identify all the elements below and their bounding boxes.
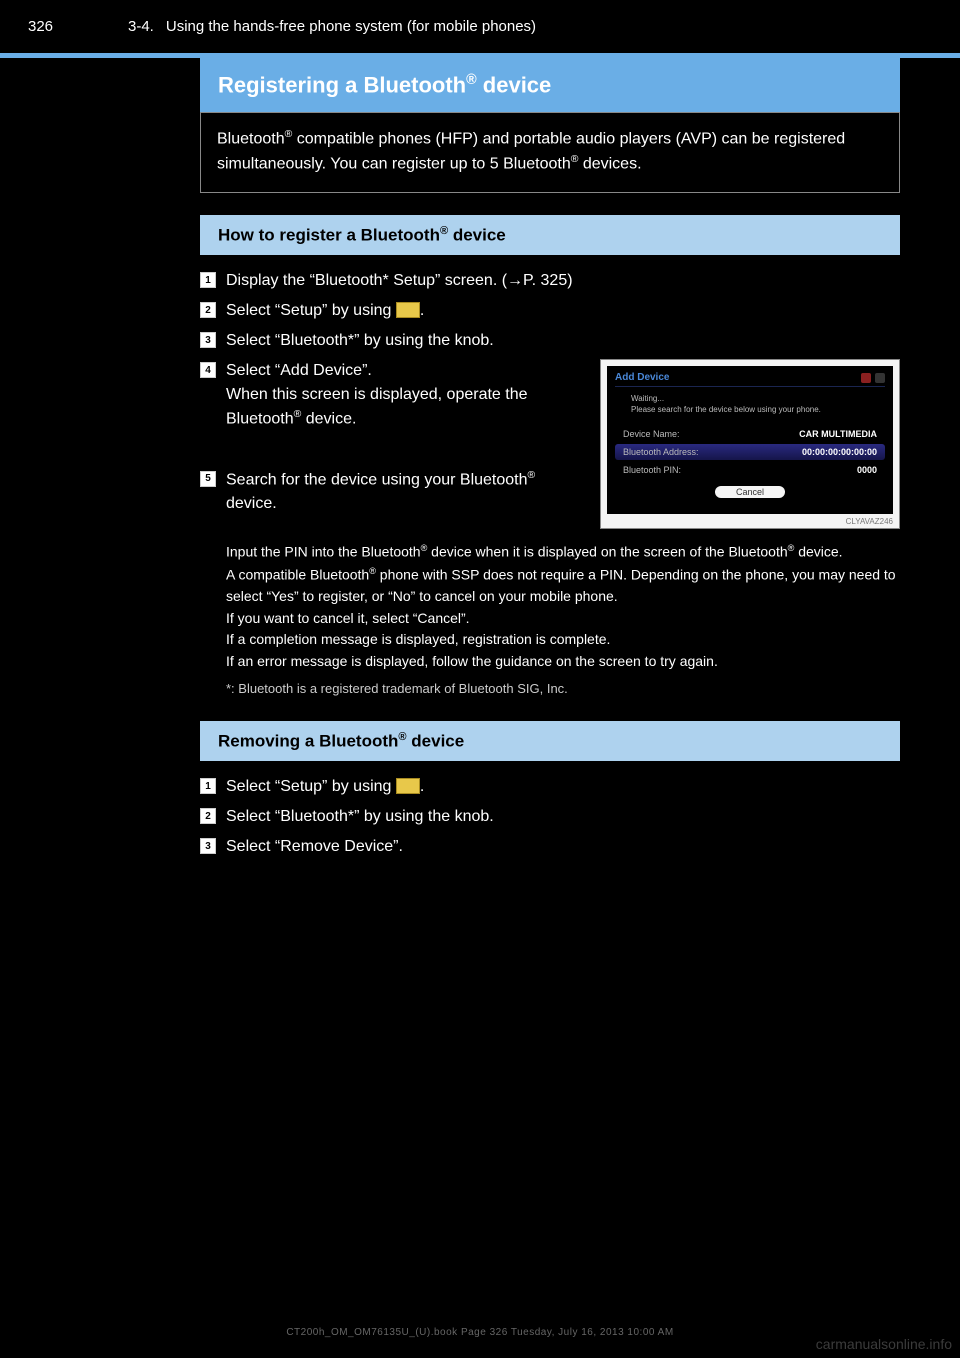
step-number-icon: 5 [200, 471, 216, 487]
footnote: *: Bluetooth is a registered trademark o… [226, 679, 900, 699]
step-row: 4 Select “Add Device”. When this screen … [200, 359, 582, 431]
step-row: 1 Select “Setup” by using . [200, 775, 900, 799]
title-suffix: device [477, 72, 552, 97]
step-row: 1 Display the “Bluetooth* Setup” screen.… [200, 269, 900, 293]
step-row: 3 Select “Bluetooth*” by using the knob. [200, 329, 900, 353]
screen-label: Bluetooth Address: [623, 447, 699, 457]
step-number-icon: 4 [200, 362, 216, 378]
screen-waiting: Waiting... [631, 394, 664, 403]
screen-row: Bluetooth Address: 00:00:00:00:00:00 [615, 444, 885, 460]
figure-code: CLYAVAZ246 [846, 517, 893, 526]
note-line: If you want to cancel it, select “Cancel… [226, 608, 900, 630]
step-text: Select “Bluetooth*” by using the knob. [226, 329, 900, 353]
step-text: Select “Setup” by using . [226, 775, 900, 799]
section-title: Using the hands-free phone system (for m… [166, 18, 536, 35]
step-number-icon: 2 [200, 808, 216, 824]
registered-mark-icon: ® [528, 470, 536, 481]
step-number-icon: 3 [200, 838, 216, 854]
step-text: Display the “Bluetooth* Setup” screen. (… [226, 269, 900, 293]
sub2-suffix: device [407, 731, 465, 750]
screen-prompt: Please search for the device below using… [631, 405, 821, 414]
menu-button-icon [396, 778, 420, 794]
screen-value: CAR MULTIMEDIA [799, 429, 877, 439]
step-number-icon: 2 [200, 302, 216, 318]
lock-icon [861, 373, 871, 383]
note-line: If a completion message is displayed, re… [226, 629, 900, 651]
screen-subtext: Waiting... Please search for the device … [631, 393, 885, 415]
step-row: 5 Search for the device using your Bluet… [200, 468, 582, 516]
note-line: A compatible Bluetooth® phone with SSP d… [226, 564, 900, 608]
section-code: 3-4. [128, 18, 154, 35]
intro-line2-post: devices. [578, 156, 641, 173]
screen-title-icons [861, 373, 885, 383]
step-number-icon: 1 [200, 778, 216, 794]
registered-mark-icon: ® [466, 72, 477, 88]
subheading-register: How to register a Bluetooth® device [200, 215, 900, 256]
sub1-prefix: How to register a Bluetooth [218, 225, 440, 244]
registered-mark-icon: ® [369, 566, 376, 576]
steps-remove: 1 Select “Setup” by using . 2 Select “Bl… [200, 775, 900, 859]
page-number: 326 [0, 18, 128, 35]
registered-mark-icon: ® [398, 731, 406, 743]
intro-line1-pre: Bluetooth [217, 131, 285, 148]
note-line: Input the PIN into the Bluetooth® device… [226, 541, 900, 563]
step-text: Select “Bluetooth*” by using the knob. [226, 805, 900, 829]
screen-value: 00:00:00:00:00:00 [802, 447, 877, 457]
title-prefix: Registering a Bluetooth [218, 72, 466, 97]
intro-box: Bluetooth® compatible phones (HFP) and p… [200, 112, 900, 192]
device-screenshot: Add Device Waiting... Please search for … [600, 359, 900, 529]
screen-inner: Add Device Waiting... Please search for … [607, 366, 893, 514]
subheading-remove: Removing a Bluetooth® device [200, 721, 900, 762]
step-text: Select “Add Device”. When this screen is… [226, 359, 582, 431]
step-row: 3 Select “Remove Device”. [200, 835, 900, 859]
screen-label: Bluetooth PIN: [623, 465, 681, 475]
screen-title: Add Device [615, 372, 669, 383]
sub2-prefix: Removing a Bluetooth [218, 731, 398, 750]
note-line: If an error message is displayed, follow… [226, 651, 900, 673]
screen-value: 0000 [857, 465, 877, 475]
screen-title-row: Add Device [615, 372, 885, 387]
sub1-suffix: device [448, 225, 506, 244]
page-title: Registering a Bluetooth® device [200, 58, 900, 112]
page-header: 326 3-4. Using the hands-free phone syst… [0, 0, 960, 43]
step-row: 2 Select “Bluetooth*” by using the knob. [200, 805, 900, 829]
intro-line1-post: compatible phones (HFP) and portable aud… [292, 131, 747, 148]
step-text: Select “Setup” by using . [226, 299, 900, 323]
back-icon [875, 373, 885, 383]
step-row: 2 Select “Setup” by using . [200, 299, 900, 323]
watermark: carmanualsonline.info [816, 1336, 952, 1352]
step-number-icon: 3 [200, 332, 216, 348]
registered-mark-icon: ® [440, 225, 448, 237]
step-text: Search for the device using your Bluetoo… [226, 468, 582, 516]
screen-label: Device Name: [623, 429, 680, 439]
screen-row: Device Name: CAR MULTIMEDIA [615, 426, 885, 442]
step-text: Select “Remove Device”. [226, 835, 900, 859]
menu-button-icon [396, 302, 420, 318]
note-block: Input the PIN into the Bluetooth® device… [226, 541, 900, 699]
screen-row: Bluetooth PIN: 0000 [615, 462, 885, 478]
cancel-pill: Cancel [715, 486, 785, 498]
step-number-icon: 1 [200, 272, 216, 288]
steps-register: 1 Display the “Bluetooth* Setup” screen.… [200, 269, 900, 699]
